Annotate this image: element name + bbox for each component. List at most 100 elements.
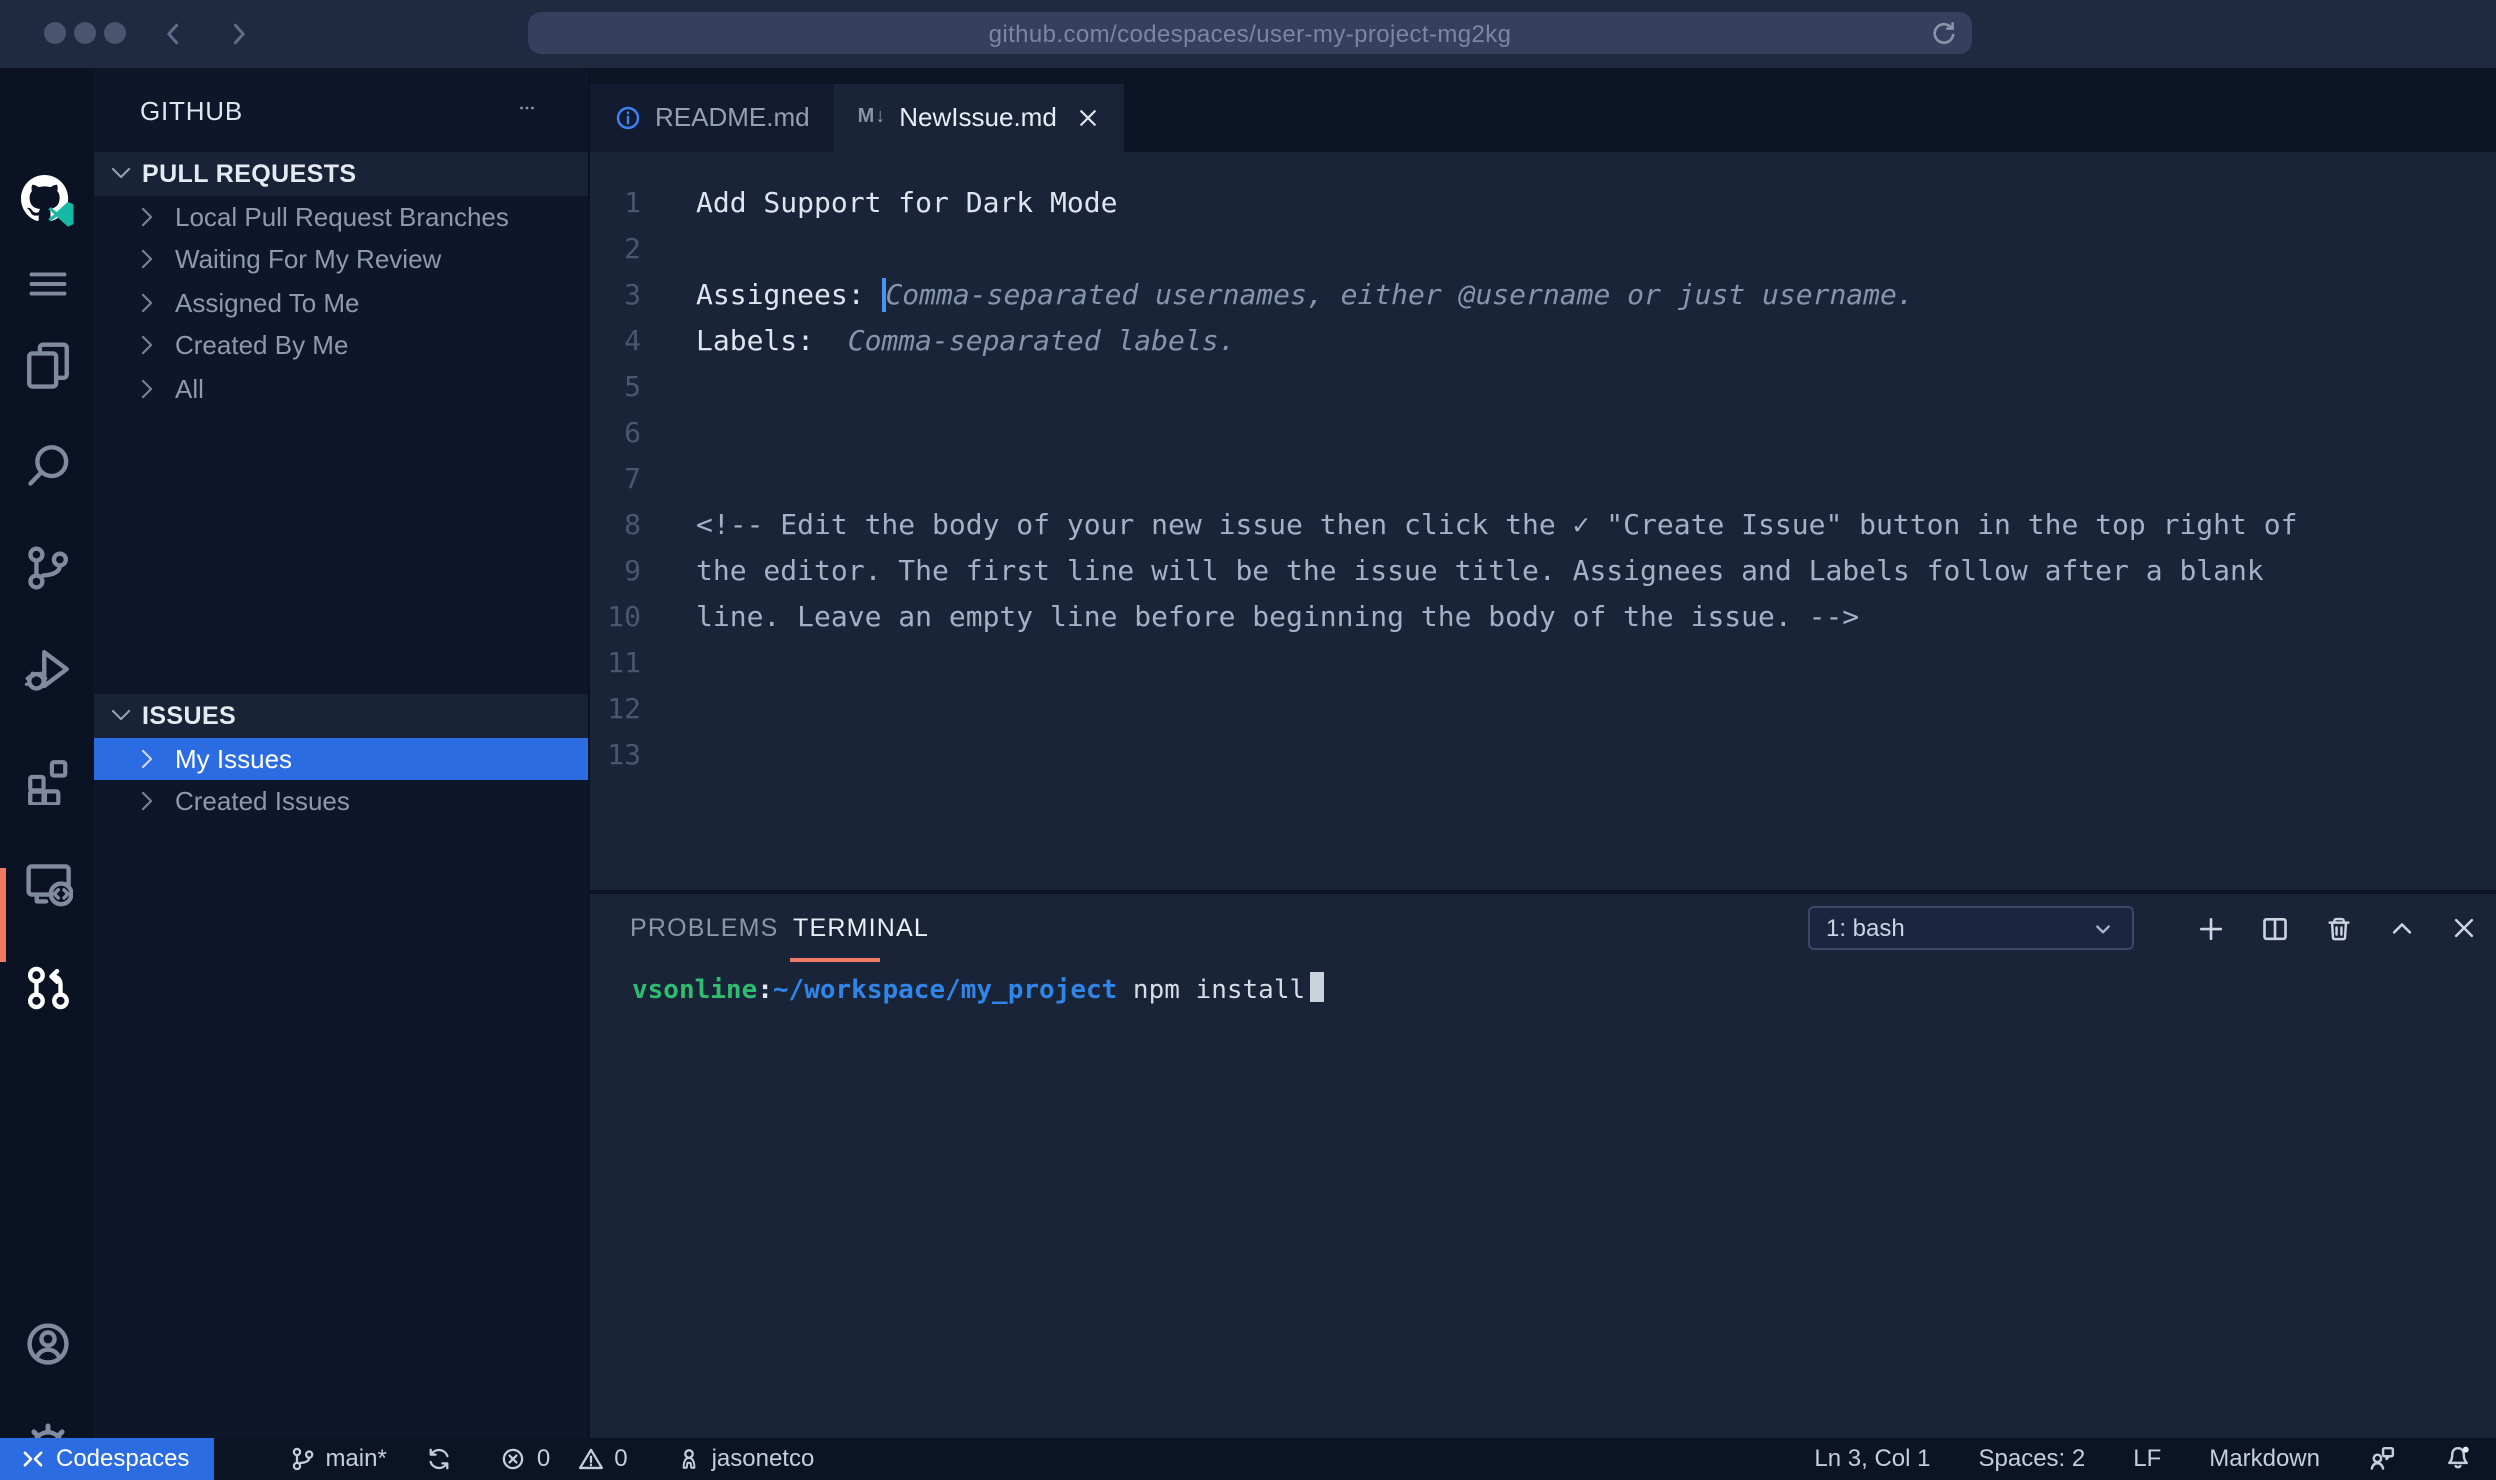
status-label: main* <box>325 1445 386 1473</box>
panel-controls: 1: bash <box>1808 906 2478 950</box>
browser-address-bar[interactable]: github.com/codespaces/user-my-project-mg… <box>528 13 1972 55</box>
status-0[interactable]: 0 <box>574 1437 631 1480</box>
line-content <box>641 458 696 504</box>
terminal[interactable]: vsonline:~/workspace/my_project npm inst… <box>589 966 2496 1012</box>
split-terminal-icon[interactable] <box>2260 913 2290 943</box>
code-line-3[interactable]: 3Assignees: Comma-separated usernames, e… <box>589 274 2496 320</box>
status-bell-icon[interactable] <box>2440 1445 2476 1473</box>
line-number: 5 <box>589 366 641 412</box>
chevron-right-icon <box>133 746 159 772</box>
window-zoom-button[interactable] <box>103 22 125 44</box>
github-codespaces-logo[interactable] <box>20 174 74 228</box>
section-header-issues[interactable]: ISSUES <box>94 694 587 737</box>
account-icon[interactable] <box>22 1318 72 1368</box>
code-line-1[interactable]: 1Add Support for Dark Mode <box>589 182 2496 228</box>
maximize-panel-icon[interactable] <box>2388 914 2416 942</box>
new-terminal-icon[interactable] <box>2196 913 2226 943</box>
info-icon <box>613 104 641 132</box>
code-line-4[interactable]: 4Labels: Comma-separated labels. <box>589 320 2496 366</box>
browser-forward-icon[interactable] <box>224 20 252 48</box>
extensions-icon[interactable] <box>22 754 72 804</box>
section-label: PULL REQUESTS <box>142 160 357 188</box>
window-minimize-button[interactable] <box>73 22 95 44</box>
code-line-5[interactable]: 5 <box>589 366 2496 412</box>
tree-item-all[interactable]: All <box>94 367 587 410</box>
tab-newissue.md[interactable]: M↓NewIssue.md <box>834 83 1125 152</box>
line-content: <!-- Edit the body of your new issue the… <box>641 504 2297 550</box>
code-line-7[interactable]: 7 <box>589 458 2496 504</box>
code-line-11[interactable]: 11 <box>589 642 2496 688</box>
issues-section: ISSUESMy Issues Created Issues <box>94 694 587 823</box>
code-line-2[interactable]: 2 <box>589 228 2496 274</box>
search-icon[interactable] <box>22 440 72 490</box>
status-lf[interactable]: LF <box>2129 1445 2165 1473</box>
status-codespaces[interactable]: Codespaces <box>0 1437 213 1480</box>
active-panel-tab-indicator <box>789 957 879 962</box>
tree-item-waiting-for-my-review[interactable]: Waiting For My Review <box>94 238 587 281</box>
remote-explorer-icon[interactable] <box>22 856 72 906</box>
ellipsis-icon[interactable] <box>511 103 541 119</box>
reload-icon[interactable] <box>1930 20 1958 48</box>
code-line-9[interactable]: 9the editor. The first line will be the … <box>589 550 2496 596</box>
status-main-[interactable]: main* <box>285 1437 390 1480</box>
chevron-down-icon <box>108 703 134 729</box>
tab-readme.md[interactable]: README.md <box>589 83 834 152</box>
status-ln-3-col-1[interactable]: Ln 3, Col 1 <box>1810 1445 1934 1473</box>
status-spaces-2[interactable]: Spaces: 2 <box>1975 1445 2090 1473</box>
close-icon[interactable] <box>1077 106 1101 130</box>
tree-item-created-issues[interactable]: Created Issues <box>94 780 587 823</box>
github-pull-request-icon[interactable] <box>22 962 72 1012</box>
feedback-icon <box>2368 1445 2396 1473</box>
status-feedback-icon[interactable] <box>2364 1445 2400 1473</box>
terminal-cursor <box>1309 972 1324 1002</box>
tree-item-label: Waiting For My Review <box>175 245 441 275</box>
person-icon <box>676 1446 702 1472</box>
browser-back-icon[interactable] <box>160 20 188 48</box>
explorer-icon[interactable] <box>22 338 72 388</box>
section-header-pull-requests[interactable]: PULL REQUESTS <box>94 152 587 195</box>
line-content <box>641 734 696 780</box>
close-panel-icon[interactable] <box>2450 914 2478 942</box>
tab-terminal[interactable]: TERMINAL <box>793 894 929 962</box>
line-number: 9 <box>589 550 641 596</box>
code-line-10[interactable]: 10line. Leave an empty line before begin… <box>589 596 2496 642</box>
status-jasonetco[interactable]: jasonetco <box>672 1437 819 1480</box>
editor[interactable]: 1Add Support for Dark Mode23Assignees: C… <box>589 152 2496 890</box>
window-close-button[interactable] <box>43 22 65 44</box>
status-markdown[interactable]: Markdown <box>2205 1445 2324 1473</box>
status-0[interactable]: 0 <box>497 1437 554 1480</box>
error-icon <box>501 1446 527 1472</box>
code-line-13[interactable]: 13 <box>589 734 2496 780</box>
line-content: Assignees: Comma-separated usernames, ei… <box>641 274 1914 320</box>
line-content <box>641 412 696 458</box>
sync-icon <box>427 1446 453 1472</box>
source-control-icon[interactable] <box>22 542 72 592</box>
bell-icon <box>2444 1445 2472 1473</box>
tree-item-local-pull-request-branches[interactable]: Local Pull Request Branches <box>94 195 587 238</box>
line-number: 6 <box>589 412 641 458</box>
markdown-icon: M↓ <box>858 107 886 129</box>
tab-label: README.md <box>655 103 810 133</box>
line-number: 4 <box>589 320 641 366</box>
line-content: Add Support for Dark Mode <box>641 182 1117 228</box>
tree-item-my-issues[interactable]: My Issues <box>94 737 587 780</box>
tree-item-created-by-me[interactable]: Created By Me <box>94 324 587 367</box>
tree-item-label: Created Issues <box>175 787 350 817</box>
tree-item-label: Assigned To Me <box>175 288 360 318</box>
code-line-6[interactable]: 6 <box>589 412 2496 458</box>
terminal-prompt-line: vsonline:~/workspace/my_project npm inst… <box>632 972 2496 1012</box>
tree-item-assigned-to-me[interactable]: Assigned To Me <box>94 281 587 324</box>
chevron-right-icon <box>133 376 159 402</box>
chevron-right-icon <box>133 204 159 230</box>
tab-problems[interactable]: PROBLEMS <box>630 894 779 962</box>
kill-terminal-icon[interactable] <box>2324 913 2354 943</box>
bottom-panel: PROBLEMS TERMINAL 1: bash <box>589 890 2496 1437</box>
line-content: Labels: Comma-separated labels. <box>641 320 1235 366</box>
menu-icon[interactable] <box>23 259 71 307</box>
status-sync-icon[interactable] <box>423 1437 457 1480</box>
code-line-8[interactable]: 8<!-- Edit the body of your new issue th… <box>589 504 2496 550</box>
debug-icon[interactable] <box>22 644 72 694</box>
terminal-shell-select[interactable]: 1: bash <box>1808 906 2134 950</box>
code-line-12[interactable]: 12 <box>589 688 2496 734</box>
editor-tabs: README.md M↓NewIssue.md <box>589 67 2496 152</box>
